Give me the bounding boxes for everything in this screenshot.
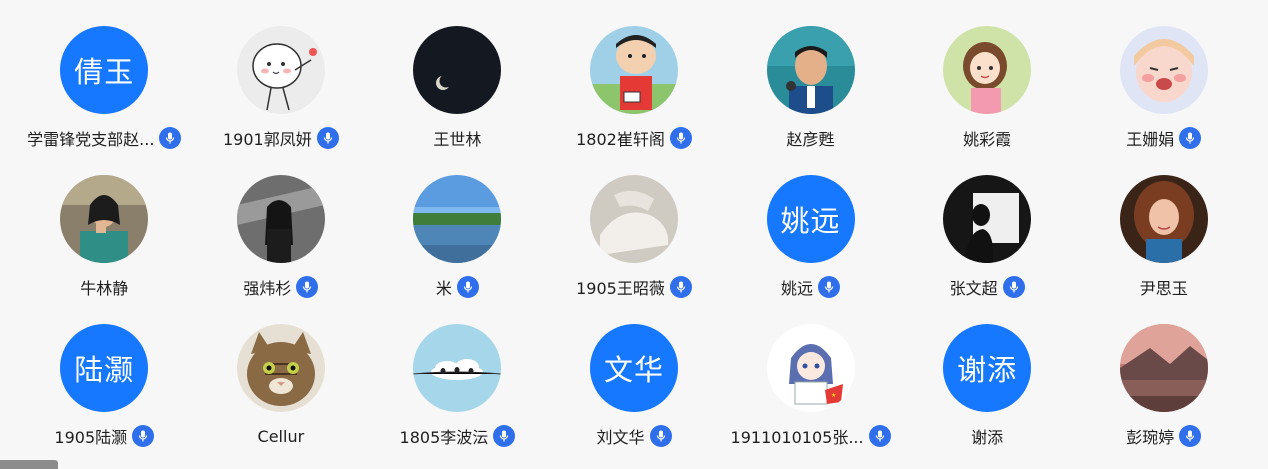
participant-tile[interactable]: 谢添 谢添 [899, 318, 1076, 467]
microphone-icon [296, 276, 319, 298]
microphone-icon [159, 127, 182, 149]
participant-name: 1805李波沄 [399, 428, 489, 447]
avatar [236, 175, 325, 263]
participant-tile[interactable]: 赵彦甦 [722, 20, 899, 169]
avatar [1119, 26, 1208, 114]
avatar [236, 26, 325, 114]
microphone-icon [649, 425, 672, 447]
participant-tile[interactable]: 姚远 姚远 [722, 169, 899, 318]
microphone-icon [132, 425, 155, 447]
participant-name: 张文超 [949, 279, 998, 298]
participant-name: 赵彦甦 [786, 130, 835, 149]
participant-name: 王世林 [433, 130, 482, 149]
avatar [1119, 175, 1208, 263]
microphone-icon [669, 276, 692, 298]
participant-name: 王姗娟 [1126, 130, 1175, 149]
participant-name: 学雷锋党支部赵... [27, 130, 155, 149]
participant-tile[interactable]: 1802崔轩阁 [546, 20, 723, 169]
microphone-icon [456, 276, 479, 298]
participant-name: 1802崔轩阁 [576, 130, 665, 149]
participant-name: 强炜杉 [243, 279, 292, 298]
participant-name: 1911010105张... [730, 428, 864, 447]
microphone-icon [493, 425, 516, 447]
avatar: 姚远 [766, 175, 855, 263]
microphone-icon [669, 127, 692, 149]
participant-tile[interactable]: 王姗娟 [1075, 20, 1252, 169]
microphone-icon [316, 127, 339, 149]
microphone-icon [868, 425, 891, 447]
participant-tile[interactable]: 陆灏 1905陆灏 [16, 318, 193, 467]
participant-tile[interactable]: 米 [369, 169, 546, 318]
avatar-initials: 文华 [603, 353, 664, 387]
avatar [943, 175, 1032, 263]
avatar [943, 26, 1032, 114]
svg-text:★: ★ [831, 392, 836, 399]
avatar: 倩玉 [60, 26, 149, 114]
participant-tile[interactable]: 尹思玉 [1075, 169, 1252, 318]
participant-tile[interactable]: 牛林静 [16, 169, 193, 318]
avatar-initials: 姚远 [780, 204, 841, 238]
participant-name: 1905陆灏 [54, 428, 128, 447]
participant-tile[interactable]: 强炜杉 [193, 169, 370, 318]
participant-tile[interactable]: 姚彩霞 [899, 20, 1076, 169]
participant-tile[interactable]: 倩玉 学雷锋党支部赵... [16, 20, 193, 169]
avatar [413, 324, 502, 412]
participant-name: Cellur [257, 426, 305, 446]
avatar-initials: 陆灏 [74, 353, 135, 387]
participant-tile[interactable]: 文华 刘文华 [546, 318, 723, 467]
participant-name: 1905王昭薇 [576, 279, 665, 298]
participant-grid: 倩玉 学雷锋党支部赵... 1901郭凤妍 王世林 1802崔轩阁 赵彦甦 姚彩… [16, 20, 1252, 467]
microphone-icon [818, 276, 841, 298]
participant-name: 尹思玉 [1139, 279, 1188, 298]
participant-tile[interactable]: ★ 1911010105张... [722, 318, 899, 467]
participant-tile[interactable]: 1901郭凤妍 [193, 20, 370, 169]
avatar: ★ [766, 324, 855, 412]
microphone-icon [1179, 425, 1202, 447]
avatar [589, 175, 678, 263]
participant-name: 姚彩霞 [963, 130, 1012, 149]
participant-tile[interactable]: 王世林 [369, 20, 546, 169]
participant-name: 1901郭凤妍 [222, 130, 312, 149]
participant-tile[interactable]: 彭琬婷 [1075, 318, 1252, 467]
avatar-initials: 倩玉 [74, 55, 135, 89]
bottom-left-tab[interactable] [0, 460, 58, 469]
participant-tile[interactable]: Cellur [193, 318, 370, 467]
participant-name: 米 [435, 279, 452, 298]
avatar [236, 324, 325, 412]
microphone-icon [1002, 276, 1025, 298]
microphone-icon [1179, 127, 1202, 149]
avatar [589, 26, 678, 114]
participant-name: 刘文华 [596, 428, 645, 447]
avatar [1119, 324, 1208, 412]
participant-tile[interactable]: 张文超 [899, 169, 1076, 318]
participant-name: 牛林静 [80, 279, 129, 298]
avatar [766, 26, 855, 114]
participant-tile[interactable]: 1805李波沄 [369, 318, 546, 467]
avatar [413, 175, 502, 263]
participant-name: 姚远 [781, 279, 814, 298]
avatar: 陆灏 [60, 324, 149, 412]
participant-tile[interactable]: 1905王昭薇 [546, 169, 723, 318]
participant-name: 彭琬婷 [1126, 428, 1175, 447]
participant-name: 谢添 [971, 428, 1004, 447]
avatar: 谢添 [943, 324, 1032, 412]
avatar-initials: 谢添 [957, 353, 1018, 387]
avatar [413, 26, 502, 114]
avatar [60, 175, 149, 263]
avatar: 文华 [589, 324, 678, 412]
